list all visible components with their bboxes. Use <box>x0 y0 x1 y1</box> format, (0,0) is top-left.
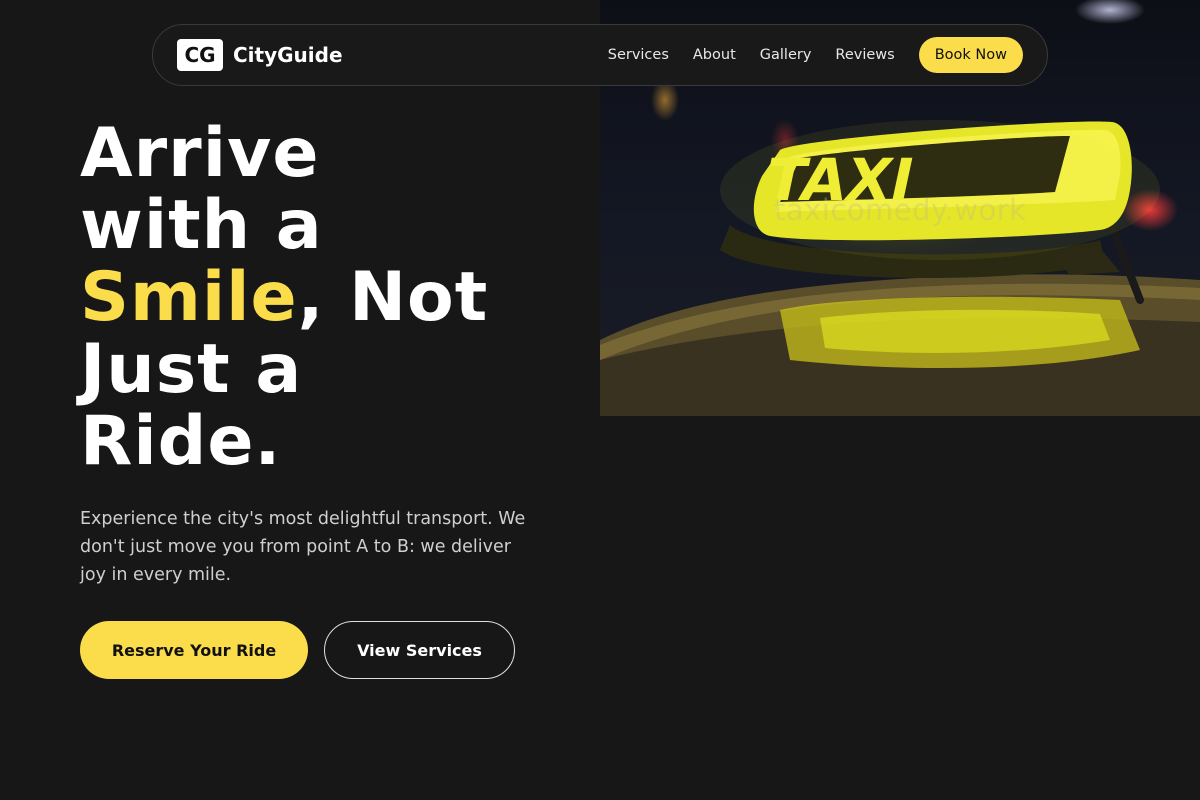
hero-title-line4: Just a <box>80 330 303 409</box>
brand[interactable]: CG CityGuide <box>177 39 343 71</box>
hero-title: Arrive with a Smile, Not Just a Ride. <box>80 118 550 478</box>
hero-subtitle: Experience the city's most delightful tr… <box>80 509 526 585</box>
reserve-ride-button[interactable]: Reserve Your Ride <box>80 621 308 679</box>
nav-links: Services About Gallery Reviews Book Now <box>608 37 1023 73</box>
brand-name: CityGuide <box>233 43 343 67</box>
top-navbar: CG CityGuide Services About Gallery Revi… <box>152 24 1048 86</box>
hero-title-accent: Smile <box>80 258 298 337</box>
image-watermark: taxicomedy.work <box>774 193 1027 227</box>
nav-link-about[interactable]: About <box>693 47 736 63</box>
brand-logo-icon: CG <box>177 39 223 71</box>
hero-title-line2: with a <box>80 186 323 265</box>
book-now-button[interactable]: Book Now <box>918 37 1023 73</box>
nav-link-gallery[interactable]: Gallery <box>760 47 812 63</box>
nav-link-services[interactable]: Services <box>608 47 669 63</box>
hero-title-line1: Arrive <box>80 114 320 193</box>
view-services-button[interactable]: View Services <box>324 621 515 679</box>
hero-title-line5: Ride. <box>80 402 282 481</box>
landing-page: TAXI taxicomedy.work CG CityGuide Servic… <box>0 0 1200 800</box>
nav-link-reviews[interactable]: Reviews <box>835 47 894 63</box>
hero-title-after-accent: , Not <box>297 258 489 337</box>
